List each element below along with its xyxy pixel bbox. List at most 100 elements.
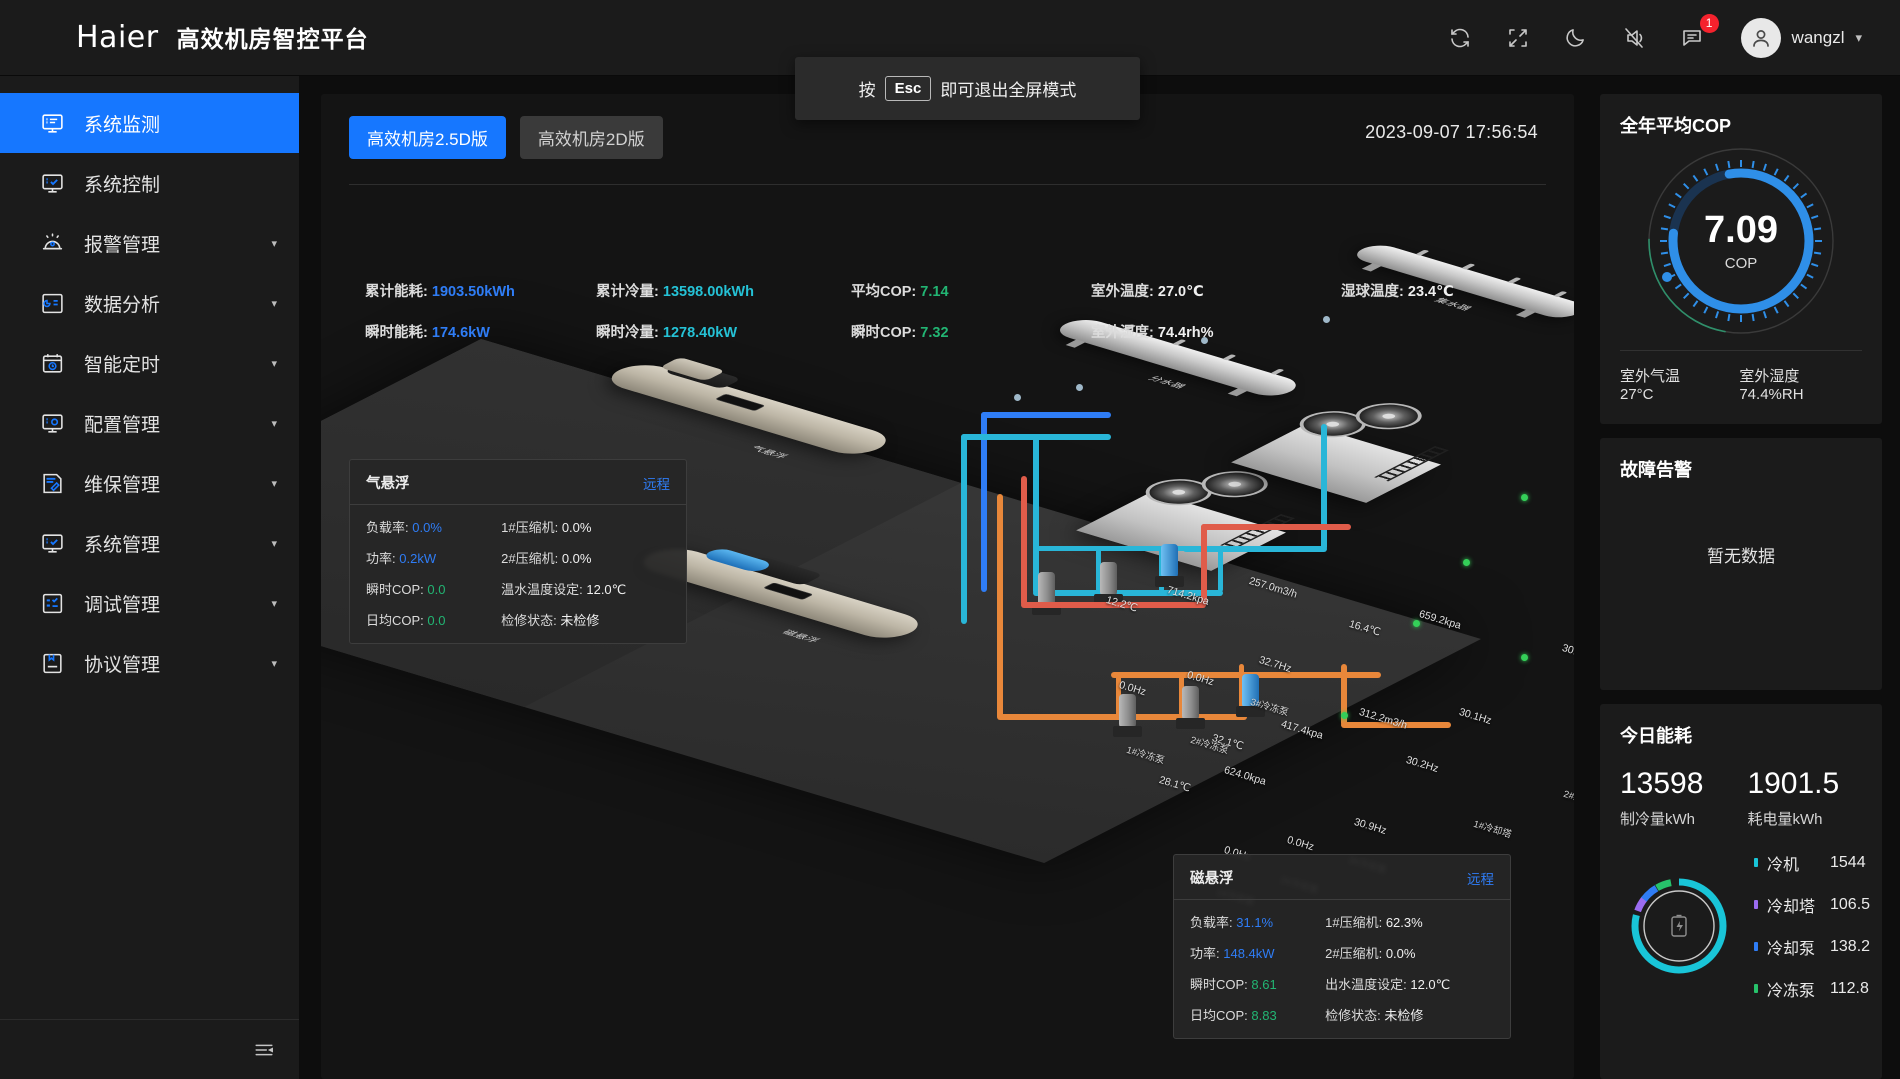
battery-icon <box>1620 867 1738 985</box>
equipment-tag: 2#冷却塔 <box>1562 788 1574 811</box>
header-actions: 1 wangzl ▾ <box>1445 13 1900 58</box>
outdoor-conditions: 室外气温 27°C 室外湿度 74.4%RH <box>1620 350 1862 403</box>
sidebar-item-config-management[interactable]: 配置管理 ▾ <box>0 393 299 453</box>
legend-value: 138.2 <box>1830 937 1871 955</box>
energy-breakdown: 冷机 1544 冷却塔 106.5 冷却泵 138.2 冷冻泵 112.8 <box>1620 851 1870 1001</box>
chilled-pump-2[interactable] <box>1094 562 1123 605</box>
avatar <box>1740 17 1781 58</box>
message-icon[interactable]: 1 <box>1677 13 1719 53</box>
remote-control-link[interactable]: 远程 <box>643 473 670 493</box>
cop-value: 7.09 <box>1704 208 1778 251</box>
metrics-summary: 累计能耗: 1903.50kWh 瞬时能耗: 174.6kW 累计冷量: 135… <box>341 280 1556 342</box>
sidebar-item-label: 调试管理 <box>84 594 161 616</box>
pipe-condenser-supply <box>1201 524 1351 530</box>
power-total: 1901.5 耗电量kWh <box>1747 768 1839 829</box>
field-label: 2#压缩机: <box>1325 946 1383 961</box>
card-body: 负载率: 0.0% 1#压缩机: 0.0% 功率: 0.2kW 2#压缩机: 0… <box>350 505 686 643</box>
card-field: 日均COP: 0.0 <box>366 610 501 629</box>
metric-label: 湿球温度: <box>1341 284 1404 300</box>
metric-value: 27.0℃ <box>1157 284 1204 300</box>
card-field: 瞬时COP: 0.0 <box>366 579 501 598</box>
chilled-pump-1[interactable] <box>1032 572 1061 615</box>
metric-value: 7.32 <box>920 325 949 341</box>
card-title: 今日能耗 <box>1620 726 1692 746</box>
card-title: 磁悬浮 <box>1190 871 1234 887</box>
legend-label: 冷却塔 <box>1767 898 1816 916</box>
remote-control-link[interactable]: 远程 <box>1467 868 1494 888</box>
sidebar-item-data-analytics[interactable]: 数据分析 ▾ <box>0 273 299 333</box>
pipe-condenser-supply <box>1021 476 1027 606</box>
chevron-down-icon: ▾ <box>271 537 277 550</box>
field-label: 温水温度设定: <box>501 582 583 597</box>
field-value: 0.2kW <box>399 551 437 566</box>
chilled-pump-3[interactable] <box>1155 544 1184 587</box>
dark-mode-icon[interactable] <box>1561 23 1591 53</box>
equipment-tag: 1#冷却塔 <box>1472 818 1513 841</box>
user-menu[interactable]: wangzl ▾ <box>1740 17 1862 58</box>
control-icon <box>40 171 65 196</box>
sidebar-item-smart-timer[interactable]: 智能定时 ▾ <box>0 333 299 393</box>
sidebar-item-system-monitor[interactable]: 系统监测 <box>0 93 299 153</box>
card-title: 气悬浮 <box>366 476 410 492</box>
card-field: 温水温度设定: 12.0℃ <box>501 579 670 598</box>
field-value: 0.0 <box>427 613 446 628</box>
empty-state-text: 暂无数据 <box>1707 547 1775 566</box>
condenser-pump-1[interactable] <box>1113 694 1142 737</box>
field-label: 负载率: <box>1190 915 1233 930</box>
field-value: 148.4kW <box>1223 946 1275 961</box>
collapse-sidebar-icon[interactable] <box>253 1039 275 1061</box>
field-value: 未检修 <box>560 613 600 628</box>
reading-tag: 30.1Hz <box>1560 642 1574 663</box>
energy-donut-chart <box>1620 867 1738 985</box>
card-field: 检修状态: 未检修 <box>1325 1005 1494 1024</box>
sidebar-item-alarm-management[interactable]: 报警管理 ▾ <box>0 213 299 273</box>
energy-legend: 冷机 1544 冷却塔 106.5 冷却泵 138.2 冷冻泵 112.8 <box>1752 851 1870 1001</box>
pipe-chilled-riser <box>1321 424 1327 550</box>
card-title: 全年平均COP <box>1620 116 1732 136</box>
mute-icon[interactable] <box>1619 23 1649 53</box>
field-label: 2#压缩机: <box>501 551 559 566</box>
exit-fullscreen-icon[interactable] <box>1503 23 1533 53</box>
legend-item: 冷机 1544 <box>1754 851 1870 875</box>
legend-label: 冷却泵 <box>1767 940 1816 958</box>
field-value: 0.0% <box>1385 946 1416 961</box>
sidebar-item-system-management[interactable]: 系统管理 ▾ <box>0 513 299 573</box>
legend-label: 冷冻泵 <box>1767 982 1816 1000</box>
sidebar-item-system-control[interactable]: 系统控制 <box>0 153 299 213</box>
sidebar-item-maintenance-management[interactable]: 维保管理 ▾ <box>0 453 299 513</box>
metric-cumulative-cooling: 累计冷量: 13598.00kWh <box>596 280 851 301</box>
power-label: 耗电量kWh <box>1747 810 1823 828</box>
legend-color-dot <box>1754 900 1758 909</box>
refresh-icon[interactable] <box>1445 23 1475 53</box>
metric-label: 瞬时能耗: <box>365 325 428 341</box>
sidebar-item-protocol-management[interactable]: 协议管理 ▾ <box>0 633 299 693</box>
chevron-down-icon: ▾ <box>271 597 277 610</box>
card-field: 出水温度设定: 12.0℃ <box>1325 974 1494 993</box>
card-header: 气悬浮 远程 <box>350 460 686 505</box>
metric-average-cop: 平均COP: 7.14 <box>851 280 1091 301</box>
field-label: 瞬时COP: <box>1190 977 1248 992</box>
config-icon <box>40 411 65 436</box>
pipe-chilled-return <box>961 434 967 624</box>
chevron-down-icon: ▾ <box>271 417 277 430</box>
sidebar-item-label: 系统控制 <box>84 174 161 196</box>
sidebar-item-debug-management[interactable]: 调试管理 ▾ <box>0 573 299 633</box>
tab-2d-view[interactable]: 高效机房2D版 <box>519 116 663 159</box>
condenser-pump-2[interactable] <box>1176 686 1205 729</box>
field-value: 12.0℃ <box>1410 977 1451 992</box>
field-value: 62.3% <box>1385 915 1423 930</box>
card-header: 磁悬浮 远程 <box>1174 855 1510 900</box>
main-content: 分水器 集水器 气悬浮 磁悬浮 12.2℃ 714.2kpa 257.0m3/h… <box>299 76 1596 1079</box>
tooltip-suffix: 即可退出全屏模式 <box>940 81 1077 100</box>
metric-label: 累计冷量: <box>596 284 659 300</box>
field-label: 检修状态: <box>1325 1008 1381 1023</box>
field-label: 负载率: <box>366 520 409 535</box>
chevron-down-icon: ▾ <box>271 237 277 250</box>
legend-item: 冷却塔 106.5 <box>1754 893 1870 917</box>
today-energy-card: 今日能耗 13598 制冷量kWh 1901.5 耗电量kWh 冷机 1544 … <box>1600 704 1882 1079</box>
visualization-stage: 分水器 集水器 气悬浮 磁悬浮 12.2℃ 714.2kpa 257.0m3/h… <box>321 94 1574 1079</box>
cooling-value: 13598 <box>1620 767 1704 800</box>
metric-wetbulb-temp: 湿球温度: 23.4℃ <box>1341 280 1551 301</box>
metric-instant-energy: 瞬时能耗: 174.6kW <box>365 321 596 342</box>
tab-2-5d-view[interactable]: 高效机房2.5D版 <box>349 116 506 159</box>
